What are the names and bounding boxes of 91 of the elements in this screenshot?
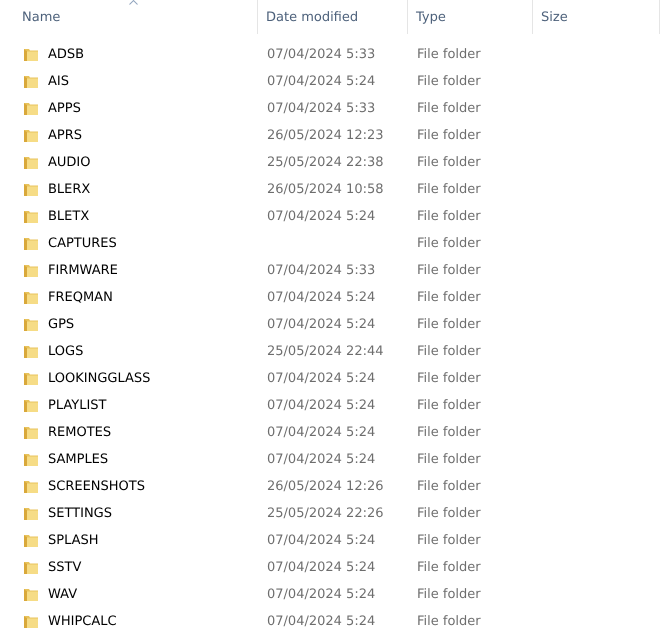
date-modified: 07/04/2024 5:24 bbox=[267, 398, 376, 413]
file-name[interactable]: BLETX bbox=[48, 209, 90, 224]
date-modified: 07/04/2024 5:24 bbox=[267, 371, 376, 386]
date-modified: 07/04/2024 5:33 bbox=[267, 101, 376, 116]
folder-icon bbox=[23, 209, 39, 224]
file-name[interactable]: ADSB bbox=[48, 47, 84, 62]
file-type: File folder bbox=[417, 398, 481, 413]
date-modified: 07/04/2024 5:24 bbox=[267, 560, 376, 575]
folder-icon bbox=[23, 317, 39, 332]
folder-icon bbox=[23, 560, 39, 575]
date-modified: 07/04/2024 5:24 bbox=[267, 425, 376, 440]
file-type: File folder bbox=[417, 209, 481, 224]
date-modified: 26/05/2024 12:26 bbox=[267, 479, 384, 494]
date-modified: 26/05/2024 10:58 bbox=[267, 182, 384, 197]
folder-icon bbox=[23, 290, 39, 305]
file-type: File folder bbox=[417, 425, 481, 440]
file-type: File folder bbox=[417, 479, 481, 494]
file-type: File folder bbox=[417, 587, 481, 602]
folder-icon bbox=[23, 479, 39, 494]
file-type: File folder bbox=[417, 614, 481, 629]
file-name[interactable]: WHIPCALC bbox=[48, 614, 117, 629]
file-name[interactable]: FREQMAN bbox=[48, 290, 113, 305]
file-name[interactable]: BLERX bbox=[48, 182, 90, 197]
file-type: File folder bbox=[417, 74, 481, 89]
file-type: File folder bbox=[417, 155, 481, 170]
file-name[interactable]: REMOTES bbox=[48, 425, 112, 440]
file-name[interactable]: APRS bbox=[48, 128, 82, 143]
file-type: File folder bbox=[417, 533, 481, 548]
file-name[interactable]: FIRMWARE bbox=[48, 263, 118, 278]
file-type: File folder bbox=[417, 182, 481, 197]
file-name[interactable]: LOOKINGGLASS bbox=[48, 371, 150, 386]
date-modified: 07/04/2024 5:24 bbox=[267, 290, 376, 305]
folder-icon bbox=[23, 398, 39, 413]
folder-icon bbox=[23, 128, 39, 143]
date-modified: 25/05/2024 22:44 bbox=[267, 344, 384, 359]
file-type: File folder bbox=[417, 560, 481, 575]
file-name[interactable]: SETTINGS bbox=[48, 506, 112, 521]
column-header[interactable]: Type bbox=[416, 10, 446, 24]
column-header[interactable]: Name bbox=[22, 10, 60, 24]
file-type: File folder bbox=[417, 317, 481, 332]
file-type: File folder bbox=[417, 452, 481, 467]
date-modified: 25/05/2024 22:26 bbox=[267, 506, 384, 521]
file-name[interactable]: GPS bbox=[48, 317, 74, 332]
folder-icon bbox=[23, 506, 39, 521]
file-type: File folder bbox=[417, 344, 481, 359]
file-name[interactable]: SSTV bbox=[48, 560, 82, 575]
folder-icon bbox=[23, 614, 39, 629]
file-name[interactable]: AUDIO bbox=[48, 155, 90, 170]
folder-icon bbox=[23, 182, 39, 197]
folder-icon bbox=[23, 587, 39, 602]
folder-icon bbox=[23, 47, 39, 62]
file-name[interactable]: WAV bbox=[48, 587, 78, 602]
file-type: File folder bbox=[417, 47, 481, 62]
file-name[interactable]: SCREENSHOTS bbox=[48, 479, 145, 494]
file-type: File folder bbox=[417, 371, 481, 386]
folder-icon bbox=[23, 263, 39, 278]
date-modified: 07/04/2024 5:24 bbox=[267, 587, 376, 602]
file-name[interactable]: SAMPLES bbox=[48, 452, 108, 467]
folder-icon bbox=[23, 74, 39, 89]
folder-icon bbox=[23, 452, 39, 467]
column-header[interactable]: Size bbox=[541, 10, 568, 24]
date-modified: 07/04/2024 5:24 bbox=[267, 452, 376, 467]
file-name[interactable]: SPLASH bbox=[48, 533, 99, 548]
file-type: File folder bbox=[417, 263, 481, 278]
date-modified: 07/04/2024 5:33 bbox=[267, 47, 376, 62]
file-type: File folder bbox=[417, 506, 481, 521]
file-name[interactable]: LOGS bbox=[48, 344, 84, 359]
folder-icon bbox=[23, 344, 39, 359]
folder-icon bbox=[23, 533, 39, 548]
file-name[interactable]: APPS bbox=[48, 101, 81, 116]
file-type: File folder bbox=[417, 128, 481, 143]
date-modified: 07/04/2024 5:24 bbox=[267, 74, 376, 89]
date-modified: 25/05/2024 22:38 bbox=[267, 155, 384, 170]
folder-icon bbox=[23, 425, 39, 440]
file-name[interactable]: CAPTURES bbox=[48, 236, 117, 251]
file-name[interactable]: PLAYLIST bbox=[48, 398, 106, 413]
column-header[interactable]: Date modified bbox=[266, 10, 358, 24]
folder-icon bbox=[23, 371, 39, 386]
date-modified: 07/04/2024 5:33 bbox=[267, 263, 376, 278]
folder-icon bbox=[23, 236, 39, 251]
date-modified: 07/04/2024 5:24 bbox=[267, 614, 376, 629]
date-modified: 07/04/2024 5:24 bbox=[267, 209, 376, 224]
file-type: File folder bbox=[417, 101, 481, 116]
file-type: File folder bbox=[417, 290, 481, 305]
date-modified: 26/05/2024 12:23 bbox=[267, 128, 384, 143]
date-modified: 07/04/2024 5:24 bbox=[267, 317, 376, 332]
folder-icon bbox=[23, 155, 39, 170]
file-type: File folder bbox=[417, 236, 481, 251]
date-modified: 07/04/2024 5:24 bbox=[267, 533, 376, 548]
folder-icon bbox=[23, 101, 39, 116]
file-name[interactable]: AIS bbox=[48, 74, 69, 89]
